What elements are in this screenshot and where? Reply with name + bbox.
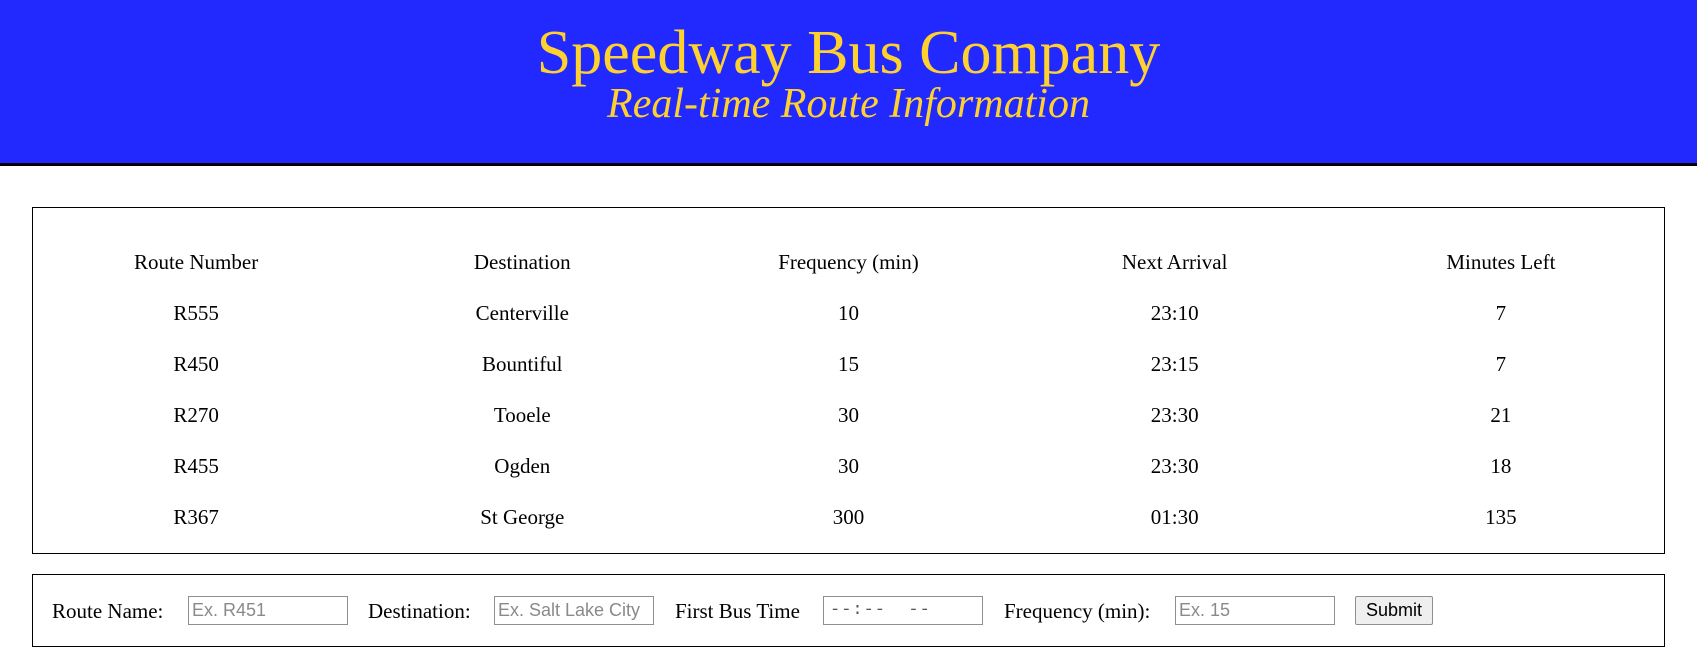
cell-route-number: R450 — [173, 352, 219, 376]
table-row: R555 Centerville 10 23:10 7 — [33, 288, 1664, 339]
cell-route-number: R270 — [173, 403, 219, 427]
cell-frequency: 15 — [837, 352, 859, 376]
cell-destination: Tooele — [493, 403, 551, 427]
add-route-form: Route Name: Destination: First Bus Time … — [32, 574, 1665, 647]
cell-next-arrival: 23:10 — [1150, 301, 1199, 325]
table-row: R455 Ogden 30 23:30 18 — [33, 441, 1664, 492]
cell-route-number: R455 — [173, 454, 219, 478]
column-header-next-arrival: Next Arrival — [1121, 250, 1228, 274]
cell-next-arrival: 23:15 — [1150, 352, 1199, 376]
column-header-destination: Destination — [473, 250, 571, 274]
cell-frequency: 30 — [837, 403, 859, 427]
cell-route-number: R555 — [173, 301, 219, 325]
destination-label: Destination: — [368, 599, 471, 623]
table-row: R367 St George 300 01:30 135 — [33, 492, 1664, 543]
cell-destination: Bountiful — [482, 352, 563, 376]
cell-frequency: 300 — [832, 505, 865, 529]
page-header: Speedway Bus Company Real-time Route Inf… — [0, 0, 1697, 166]
frequency-label: Frequency (min): — [1004, 599, 1151, 623]
cell-next-arrival: 23:30 — [1150, 403, 1199, 427]
column-header-minutes-left: Minutes Left — [1446, 250, 1556, 274]
routes-panel: Route Number Destination Frequency (min)… — [32, 207, 1665, 554]
cell-next-arrival: 01:30 — [1150, 505, 1199, 529]
route-name-label: Route Name: — [52, 599, 164, 623]
column-header-frequency: Frequency (min) — [778, 250, 919, 274]
cell-destination: Ogden — [494, 454, 551, 478]
page-subtitle: Real-time Route Information — [607, 81, 1090, 127]
table-row: R270 Tooele 30 23:30 21 — [33, 390, 1664, 441]
table-row: R450 Bountiful 15 23:15 7 — [33, 339, 1664, 390]
first-bus-time-label: First Bus Time — [675, 599, 800, 623]
cell-next-arrival: 23:30 — [1150, 454, 1199, 478]
cell-minutes-left: 18 — [1490, 454, 1512, 478]
cell-destination: Centerville — [475, 301, 569, 325]
route-name-input[interactable] — [188, 596, 348, 625]
cell-minutes-left: 135 — [1485, 505, 1517, 529]
cell-frequency: 10 — [837, 301, 859, 325]
routes-table: Route Number Destination Frequency (min)… — [33, 237, 1664, 543]
cell-frequency: 30 — [837, 454, 859, 478]
frequency-input[interactable] — [1175, 596, 1335, 625]
cell-minutes-left: 7 — [1495, 352, 1507, 376]
column-header-route-number: Route Number — [133, 250, 259, 274]
table-header-row: Route Number Destination Frequency (min)… — [33, 237, 1664, 288]
destination-input[interactable] — [494, 596, 654, 625]
submit-button[interactable]: Submit — [1355, 596, 1433, 625]
cell-minutes-left: 7 — [1495, 301, 1507, 325]
first-bus-time-input[interactable] — [823, 596, 983, 625]
cell-minutes-left: 21 — [1490, 403, 1512, 427]
cell-route-number: R367 — [173, 505, 219, 529]
cell-destination: St George — [480, 505, 565, 529]
